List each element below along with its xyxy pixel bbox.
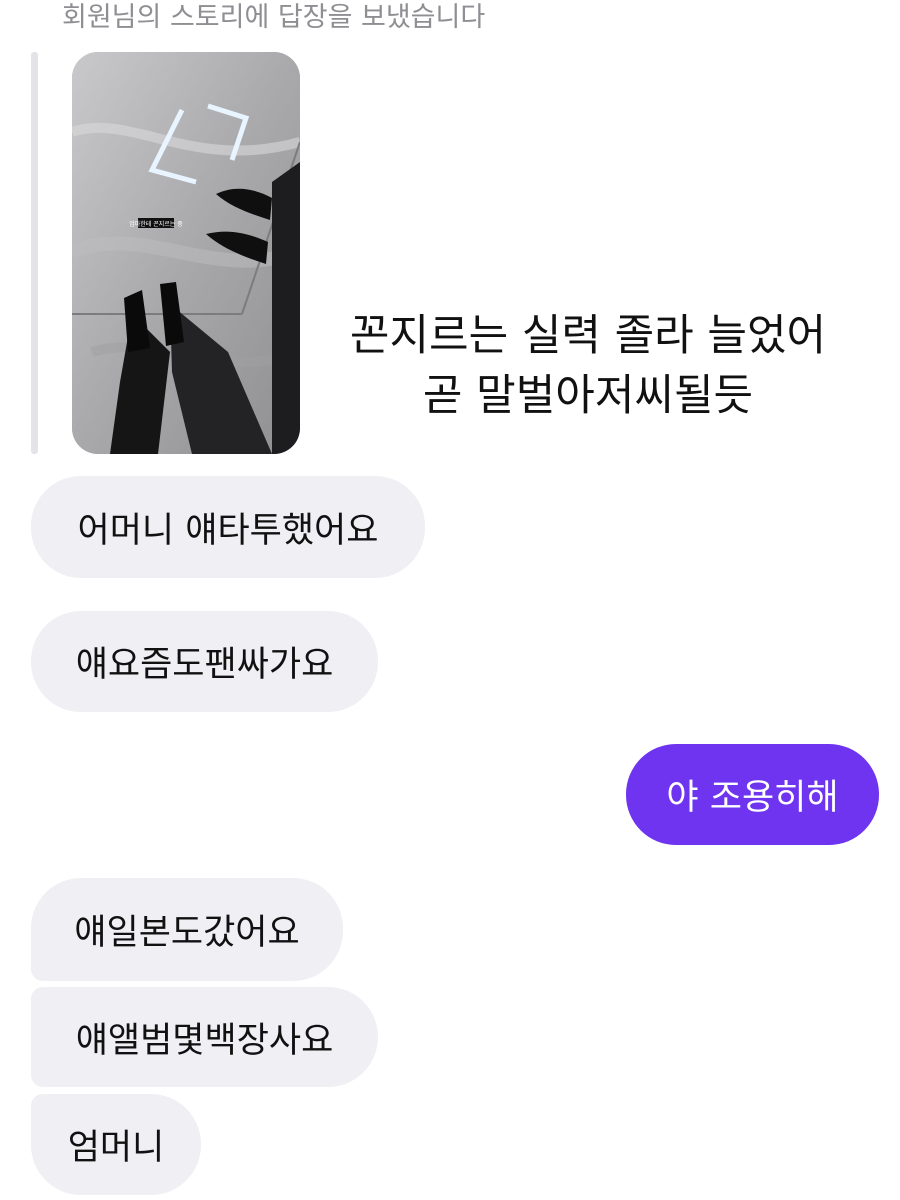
story-caption-line: 곧 말벌아저씨될듯 (422, 371, 754, 421)
message-bubble-incoming[interactable]: 얘일본도갔어요 (31, 878, 343, 981)
message-text: 어머니 얘타투했어요 (77, 510, 379, 551)
story-reply-indicator (31, 52, 38, 454)
message-text: 얘요즘도팬싸가요 (75, 645, 334, 685)
message-text: 얘일본도갔어요 (74, 913, 300, 953)
dm-thread: 회원님의 스토리에 답장을 보냈습니다 엄마한테 꼰지르는 중 꼰지르는 실력 … (0, 0, 900, 1200)
message-bubble-incoming[interactable]: 얘앨범몇백장사요 (31, 987, 378, 1087)
message-bubble-incoming[interactable]: 얘요즘도팬싸가요 (31, 611, 378, 712)
message-text: 엄머니 (67, 1128, 165, 1168)
story-caption-line: 꼰지르는 실력 졸라 늘었어 (349, 311, 827, 361)
story-caption: 꼰지르는 실력 졸라 늘었어 곧 말벌아저씨될듯 (318, 306, 858, 426)
story-photo: 엄마한테 꼰지르는 중 (72, 52, 300, 454)
message-text: 얘앨범몇백장사요 (75, 1020, 334, 1061)
message-bubble-incoming[interactable]: 어머니 얘타투했어요 (31, 476, 425, 578)
message-bubble-outgoing[interactable]: 야 조용히해 (626, 744, 879, 845)
message-text: 야 조용히해 (666, 778, 839, 818)
story-reply-label: 회원님의 스토리에 답장을 보냈습니다 (62, 2, 486, 33)
story-thumbnail[interactable]: 엄마한테 꼰지르는 중 (72, 52, 300, 454)
message-bubble-incoming[interactable]: 엄머니 (31, 1094, 201, 1195)
story-sticker: 엄마한테 꼰지르는 중 (129, 220, 183, 228)
